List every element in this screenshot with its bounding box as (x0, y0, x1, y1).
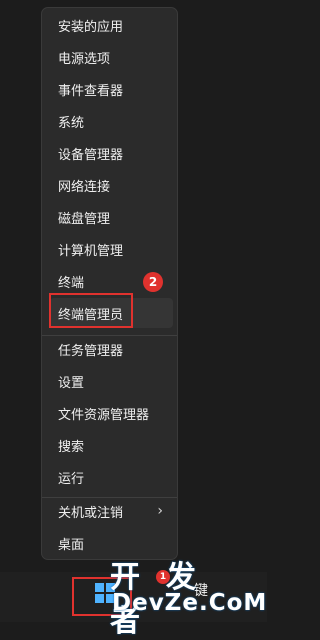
menu-item-installed-apps[interactable]: 安装的应用 (50, 10, 173, 40)
menu-item-settings[interactable]: 设置 (50, 366, 173, 396)
chevron-right-icon: › (157, 503, 163, 519)
menu-item-disk-management[interactable]: 磁盘管理 (50, 202, 173, 232)
menu-item-label: 计算机管理 (58, 243, 124, 259)
menu-item-task-manager[interactable]: 任务管理器 (50, 334, 173, 364)
menu-item-computer-management[interactable]: 计算机管理 (50, 234, 173, 264)
menu-item-label: 事件查看器 (58, 83, 124, 99)
menu-item-label: 关机或注销 (58, 505, 124, 521)
menu-item-label: 文件资源管理器 (58, 407, 150, 423)
menu-item-network-connections[interactable]: 网络连接 (50, 170, 173, 200)
menu-item-label: 搜索 (58, 439, 85, 455)
menu-item-run[interactable]: 运行 (50, 462, 173, 492)
menu-item-label: 设备管理器 (58, 147, 124, 163)
menu-item-label: 任务管理器 (58, 343, 124, 359)
menu-item-system[interactable]: 系统 (50, 106, 173, 136)
menu-item-label: 系统 (58, 115, 85, 131)
menu-item-power-options[interactable]: 电源选项 (50, 42, 173, 72)
menu-item-label: 桌面 (58, 537, 85, 553)
menu-item-file-explorer[interactable]: 文件资源管理器 (50, 398, 173, 428)
menu-item-label: 运行 (58, 471, 85, 487)
menu-item-label: 终端 (58, 275, 85, 291)
menu-item-shutdown-signout[interactable]: 关机或注销 › (50, 496, 173, 526)
menu-item-label: 磁盘管理 (58, 211, 111, 227)
highlight-box-terminal-admin (49, 293, 133, 328)
menu-item-event-viewer[interactable]: 事件查看器 (50, 74, 173, 104)
menu-item-search[interactable]: 搜索 (50, 430, 173, 460)
menu-item-label: 电源选项 (58, 51, 111, 67)
menu-item-label: 网络连接 (58, 179, 111, 195)
menu-item-label: 安装的应用 (58, 19, 124, 35)
menu-item-label: 设置 (58, 375, 85, 391)
watermark-site: DevZe.CoM (112, 590, 268, 616)
step-badge: 2 (143, 272, 163, 292)
menu-item-device-manager[interactable]: 设备管理器 (50, 138, 173, 168)
